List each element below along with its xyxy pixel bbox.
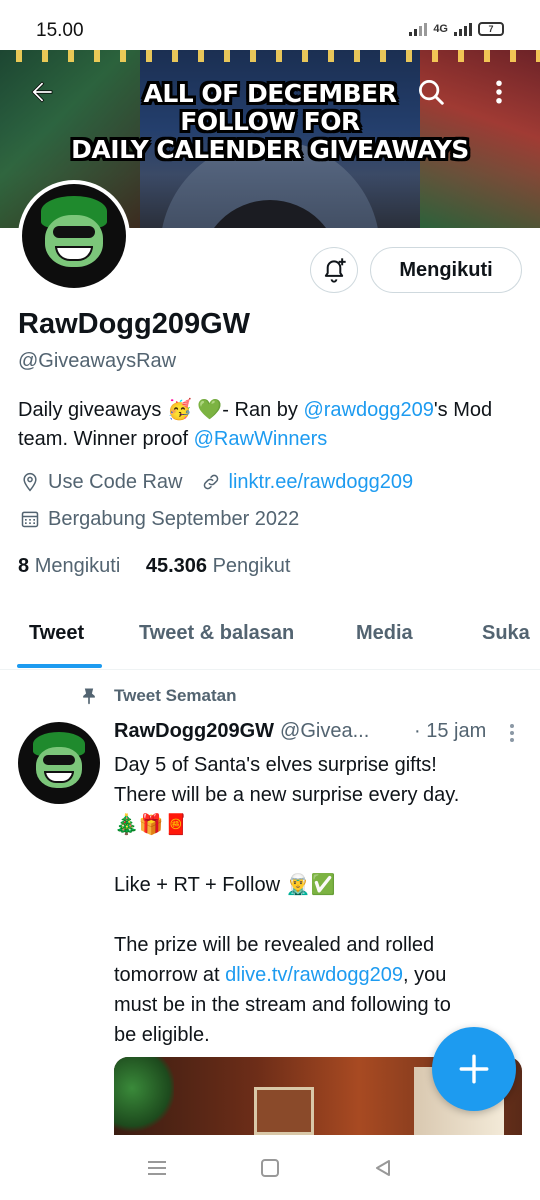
calendar-icon (18, 507, 42, 531)
battery-icon: 7 (478, 22, 504, 36)
profile-meta-row-2: Bergabung September 2022 (18, 507, 299, 531)
profile-bio: Daily giveaways 🥳 💚- Ran by @rawdogg209'… (18, 396, 518, 454)
avatar-image (22, 184, 126, 288)
following-button[interactable]: Mengikuti (370, 247, 522, 293)
profile-stats: 8 Mengikuti 45.306 Pengikut (18, 555, 290, 578)
tweet-line-5c: , you (403, 964, 447, 986)
plus-icon (459, 1054, 489, 1084)
search-button[interactable] (411, 72, 451, 112)
tweet-author-avatar[interactable] (18, 722, 100, 804)
pinned-label-text: Tweet Sematan (114, 686, 237, 705)
followers-stat[interactable]: 45.306 Pengikut (146, 555, 291, 577)
menu-icon (147, 1160, 166, 1175)
tweet-line-2: There will be a new surprise every day. (114, 784, 460, 806)
search-icon (419, 80, 444, 105)
arrow-left-icon (31, 81, 53, 103)
profile-handle: @GiveawaysRaw (18, 350, 177, 372)
media-frame (254, 1087, 314, 1135)
signal-icon (409, 23, 428, 36)
followers-label: Pengikut (212, 555, 291, 577)
profile-meta-row-1: Use Code Raw linktr.ee/rawdogg209 (18, 470, 413, 494)
tweet-line-4: Like + RT + Follow 🧝‍♂️✅ (114, 874, 336, 896)
banner-line-1: ALL OF DECEMBER (143, 79, 397, 108)
profile-avatar[interactable] (18, 180, 130, 292)
tab-tweet[interactable]: Tweet (29, 622, 84, 645)
media-tree (114, 1057, 174, 1135)
tweet-time[interactable]: · 15 jam (414, 720, 486, 743)
tweet-header: RawDogg209GW @Givea... · 15 jam (114, 720, 524, 743)
tweet-line-1: Day 5 of Santa's elves surprise gifts! (114, 754, 437, 776)
tab-media[interactable]: Media (356, 622, 413, 645)
tweet-more-button[interactable] (506, 722, 518, 750)
banner-line-2: FOLLOW FOR (180, 107, 360, 136)
compose-tweet-button[interactable] (432, 1027, 516, 1111)
tab-likes[interactable]: Suka (482, 622, 530, 645)
following-label: Mengikuti (34, 555, 121, 577)
more-vertical-icon (510, 724, 514, 742)
more-vertical-icon (496, 80, 502, 104)
profile-joined-date: Bergabung September 2022 (48, 507, 300, 530)
status-icons: 4G 7 (409, 22, 504, 36)
network-label: 4G (433, 23, 448, 35)
active-tab-indicator (17, 664, 102, 668)
signal-icon-2 (454, 23, 472, 36)
pin-icon (78, 685, 100, 707)
following-stat[interactable]: 8 Mengikuti (18, 555, 120, 577)
back-button[interactable] (22, 72, 62, 112)
profile-tabs: Tweet Tweet & balasan Media Suka (0, 612, 540, 670)
back-triangle-icon (376, 1159, 391, 1176)
banner-lights (0, 50, 540, 62)
followers-count: 45.306 (145, 555, 208, 577)
pinned-tweet-label: Tweet Sematan (78, 685, 237, 707)
banner-text: ALL OF DECEMBER FOLLOW FOR DAILY CALENDE… (0, 80, 540, 164)
bell-plus-icon (324, 258, 346, 283)
tweet-line-5b: tomorrow at (114, 964, 226, 986)
home-button[interactable] (250, 1148, 290, 1188)
bio-text-1: Daily giveaways 🥳 💚- Ran by (18, 399, 304, 421)
tweet-author-name[interactable]: RawDogg209GW (114, 720, 274, 743)
tweet-dlive-link[interactable]: dlive.tv/rawdogg209 (225, 964, 403, 986)
profile-location: Use Code Raw (48, 470, 183, 493)
system-navigation-bar (0, 1135, 540, 1200)
tweet-line-6: must be in the stream and following to (114, 994, 451, 1016)
bio-mention-rawdogg209[interactable]: @rawdogg209 (303, 399, 433, 421)
more-options-button[interactable] (479, 72, 519, 112)
system-back-button[interactable] (363, 1148, 403, 1188)
following-count: 8 (18, 555, 30, 577)
tweet-line-5a: The prize will be revealed and rolled (114, 934, 435, 956)
profile-website-link[interactable]: linktr.ee/rawdogg209 (229, 471, 414, 494)
tweet-avatar-image (18, 722, 100, 804)
tweet-author-handle[interactable]: @Givea... (280, 720, 369, 743)
home-square-icon (260, 1158, 279, 1177)
banner-line-3: DAILY CALENDER GIVEAWAYS (71, 135, 469, 164)
tweet-text: Day 5 of Santa's elves surprise gifts! T… (114, 750, 519, 1050)
tweet-line-3: 🎄🎁🧧 (114, 814, 189, 836)
tab-tweet-and-replies[interactable]: Tweet & balasan (139, 622, 294, 645)
bio-mention-rawwinners[interactable]: @RawWinners (194, 428, 328, 450)
link-icon (199, 470, 223, 494)
tweet-line-5b-row: tomorrow at dlive.tv/rawdogg209, you (114, 960, 519, 990)
status-time: 15.00 (36, 20, 84, 41)
recent-apps-button[interactable] (137, 1148, 177, 1188)
profile-name: RawDogg209GW (18, 308, 251, 340)
notification-bell-button[interactable] (310, 247, 358, 293)
status-bar: 15.00 4G 7 (0, 0, 540, 50)
location-pin-icon (18, 470, 42, 494)
